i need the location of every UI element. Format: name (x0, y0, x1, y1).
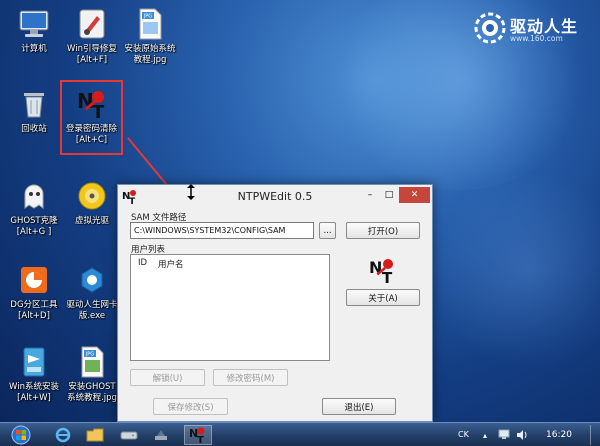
browse-button[interactable]: ... (319, 222, 336, 239)
ntpwedit-taskbar-icon[interactable]: NT (184, 425, 212, 445)
change-password-button[interactable]: 修改密码(M) (213, 369, 288, 386)
user-list[interactable]: ID 用户名 (130, 254, 330, 361)
open-button[interactable]: 打开(O) (346, 222, 420, 239)
about-button[interactable]: 关于(A) (346, 289, 420, 306)
ntpw-logo-icon: N T (369, 258, 393, 284)
exit-button[interactable]: 退出(E) (322, 398, 396, 415)
save-changes-button[interactable]: 保存修改(S) (153, 398, 228, 415)
taskbar: NT CK ▴ 16:20 (0, 422, 600, 446)
column-id: ID (138, 258, 148, 268)
network-icon[interactable] (496, 425, 512, 445)
input-language[interactable]: CK (458, 430, 469, 439)
user-list-header: ID 用户名 (131, 255, 329, 271)
column-username: 用户名 (158, 260, 184, 270)
title-bar[interactable]: N T NTPWEdit 0.5 – □ ✕ (118, 185, 432, 209)
ie-browser-icon[interactable] (52, 425, 74, 445)
svg-text:N: N (369, 258, 382, 277)
clock[interactable]: 16:20 (546, 430, 572, 440)
svg-text:T: T (382, 269, 393, 284)
folder-icon[interactable] (84, 425, 106, 445)
volume-icon[interactable] (514, 425, 530, 445)
show-desktop-button[interactable] (590, 425, 600, 445)
resize-cursor-icon (187, 184, 195, 200)
windows-start-icon[interactable] (6, 425, 36, 445)
svg-text:T: T (197, 435, 204, 444)
tools-icon[interactable] (150, 425, 172, 445)
maximize-button[interactable]: □ (380, 187, 398, 203)
unlock-button[interactable]: 解锁(U) (130, 369, 205, 386)
ntpwedit-window: N T NTPWEdit 0.5 – □ ✕ SAM 文件路径 ... 打开(O… (117, 184, 433, 422)
close-button[interactable]: ✕ (399, 187, 430, 203)
tray-expand-icon[interactable]: ▴ (478, 425, 492, 445)
drive-icon[interactable] (118, 425, 140, 445)
sam-path-input[interactable] (130, 222, 314, 239)
minimize-button[interactable]: – (361, 187, 379, 203)
